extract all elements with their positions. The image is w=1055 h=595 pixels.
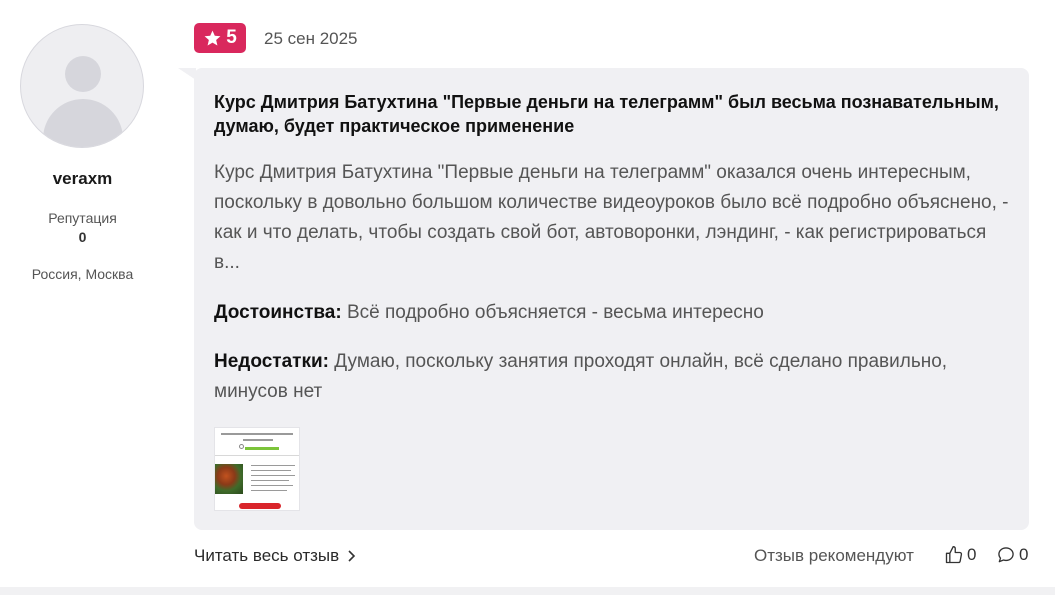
thumb-search-icon: [239, 444, 244, 449]
pros-label: Достоинства:: [214, 302, 342, 323]
author-panel: veraxm Репутация 0 Россия, Москва: [0, 0, 165, 587]
review-cons: Недостатки: Думаю, поскольку занятия про…: [214, 347, 974, 407]
rating-value: 5: [226, 27, 237, 48]
rating-badge: 5: [194, 23, 246, 53]
thumb-text-line: [251, 485, 293, 486]
review-date: 25 сен 2025: [264, 29, 358, 48]
review-text[interactable]: Курс Дмитрия Батухтина "Первые деньги на…: [214, 158, 1014, 278]
avatar[interactable]: [20, 24, 144, 148]
thumb-food-image: [215, 464, 243, 494]
thumb-red-button: [239, 503, 281, 509]
reputation-label: Репутация: [48, 210, 117, 226]
thumb-line: [243, 439, 273, 441]
review-title[interactable]: Курс Дмитрия Батухтина "Первые деньги на…: [214, 90, 1014, 138]
comments-button[interactable]: 0: [996, 545, 1028, 565]
thumb-text-line: [251, 465, 295, 466]
pros-text: Всё подробно объясняется - весьма интере…: [341, 302, 764, 323]
avatar-placeholder-icon: [65, 56, 101, 92]
thumb-divider: [215, 455, 299, 456]
review-pros: Достоинства: Всё подробно объясняется - …: [214, 298, 1014, 328]
like-button[interactable]: 0: [944, 545, 976, 565]
recommend-label: Отзыв рекомендуют: [754, 546, 914, 565]
thumbs-up-icon: [945, 546, 963, 564]
review-photo-thumbnail[interactable]: [214, 427, 300, 511]
thumb-text-line: [251, 480, 289, 481]
thumb-green-bar: [245, 447, 279, 450]
thumb-text-line: [251, 490, 287, 491]
cons-label: Недостатки:: [214, 351, 329, 372]
comment-bubble-icon: [998, 547, 1014, 563]
avatar-placeholder-body: [43, 99, 123, 147]
thumb-text-line: [251, 475, 295, 476]
review-card: veraxm Репутация 0 Россия, Москва 5 25 с…: [0, 0, 1055, 587]
thumb-line: [221, 433, 293, 435]
read-full-review-link[interactable]: Читать весь отзыв: [194, 546, 357, 566]
author-username[interactable]: veraxm: [0, 169, 165, 189]
comment-count: 0: [1019, 545, 1029, 564]
chevron-right-icon: [348, 550, 356, 562]
reputation-value: 0: [78, 229, 87, 245]
read-more-label: Читать весь отзыв: [194, 546, 340, 565]
author-location: Россия, Москва: [31, 266, 134, 282]
thumb-text-line: [251, 470, 291, 471]
star-icon: [204, 30, 221, 46]
like-count: 0: [967, 545, 977, 564]
page-divider: [0, 587, 1055, 595]
